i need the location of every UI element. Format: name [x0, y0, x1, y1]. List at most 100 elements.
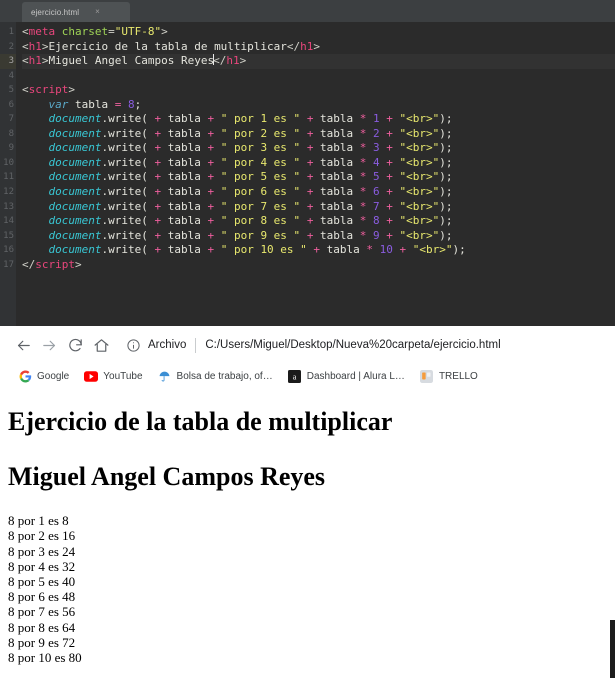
reload-button[interactable]: [62, 332, 88, 358]
bookmark-item[interactable]: YouTube: [78, 366, 148, 386]
code-line[interactable]: document.write( + tabla + " por 1 es " +…: [22, 112, 615, 127]
code-token: "<br>": [399, 199, 440, 213]
code-line[interactable]: <h1>Miguel Angel Campos Reyes</h1>: [22, 54, 615, 69]
code-token: );: [439, 228, 453, 242]
code-line[interactable]: document.write( + tabla + " por 5 es " +…: [22, 170, 615, 185]
code-line[interactable]: [22, 69, 615, 84]
omnibox-divider: [195, 337, 197, 353]
bookmark-item[interactable]: Google: [12, 366, 75, 386]
home-button[interactable]: [88, 332, 114, 358]
google-icon: [18, 369, 32, 383]
code-token: " por 5 es ": [220, 170, 301, 184]
code-area[interactable]: 1 2 3 4 5 6 7 8 9 10 11 12 13 14 15 16 17 <meta charset=…: [0, 22, 615, 326]
line-number: 12: [3, 187, 14, 198]
line-number: 3: [0, 54, 16, 69]
code-token: "<br>": [399, 155, 440, 169]
code-token: "UTF-8": [114, 25, 162, 38]
code-line[interactable]: document.write( + tabla + " por 6 es " +…: [22, 185, 615, 200]
code-token: .write(: [101, 228, 155, 242]
editor-tab-ejercicio-html[interactable]: ejercicio.html ×: [22, 2, 130, 22]
code-line[interactable]: document.write( + tabla + " por 10 es " …: [22, 243, 615, 258]
code-line[interactable]: document.write( + tabla + " por 9 es " +…: [22, 229, 615, 244]
code-token: <: [22, 54, 29, 68]
code-token: >: [41, 39, 49, 53]
code-token: tabla: [313, 141, 360, 155]
code-token: "<br>": [399, 170, 440, 184]
table-line: 8 por 1 es 8: [8, 513, 69, 529]
code-token: " por 1 es ": [220, 112, 301, 126]
code-token: <: [22, 25, 29, 38]
code-token: "<br>": [399, 112, 440, 126]
code-token: +: [386, 155, 393, 169]
bookmark-item[interactable]: TRELLO: [414, 366, 484, 386]
code-token: h1: [28, 39, 42, 53]
back-button[interactable]: [10, 332, 36, 358]
code-token: );: [452, 243, 466, 257]
code-token: document: [48, 185, 102, 199]
line-number: 1: [8, 27, 14, 37]
address-bar[interactable]: Archivo C:/Users/Miguel/Desktop/Nueva%20…: [120, 332, 615, 358]
code-token: tabla: [161, 243, 208, 257]
code-token: 5: [373, 170, 380, 184]
code-line[interactable]: </script>: [22, 258, 615, 273]
code-line[interactable]: document.write( + tabla + " por 7 es " +…: [22, 200, 615, 215]
bookmark-item[interactable]: a Dashboard | Alura L…: [282, 366, 411, 386]
bookmark-item[interactable]: Bolsa de trabajo, of…: [152, 366, 279, 386]
umbrella-icon: [158, 369, 172, 383]
code-line[interactable]: var tabla = 8;: [22, 98, 615, 113]
code-token: tabla: [161, 155, 208, 169]
page-info-icon[interactable]: [126, 338, 141, 353]
code-token: );: [439, 126, 453, 140]
code-line[interactable]: document.write( + tabla + " por 2 es " +…: [22, 127, 615, 142]
code-token: tabla: [161, 126, 208, 140]
code-line[interactable]: document.write( + tabla + " por 4 es " +…: [22, 156, 615, 171]
code-token: );: [439, 199, 453, 213]
close-icon[interactable]: ×: [95, 8, 100, 16]
code-line[interactable]: document.write( + tabla + " por 3 es " +…: [22, 141, 615, 156]
table-line: 8 por 10 es 80: [8, 650, 82, 666]
code-line[interactable]: <script>: [22, 83, 615, 98]
screenshot-root: ejercicio.html × 1 2 3 4 5 6 7 8 9 10 11 12 13 14 15 16…: [0, 0, 615, 678]
page-heading-1: Ejercicio de la tabla de multiplicar: [8, 407, 393, 436]
code-token: script: [28, 83, 69, 97]
code-token: tabla: [313, 126, 360, 140]
code-line[interactable]: <meta charset="UTF-8">: [22, 25, 615, 40]
right-edge-scrollbar[interactable]: [610, 620, 615, 678]
bookmark-label: Google: [37, 370, 70, 382]
code-line[interactable]: document.write( + tabla + " por 8 es " +…: [22, 214, 615, 229]
code-token: tabla: [320, 243, 367, 257]
code-token: h1: [28, 54, 42, 68]
code-token: +: [386, 228, 393, 242]
code-token: "<br>": [399, 214, 440, 228]
code-token: <: [22, 39, 29, 53]
code-token: .write(: [101, 199, 155, 213]
code-token: .write(: [101, 243, 155, 257]
forward-button[interactable]: [36, 332, 62, 358]
code-line[interactable]: <h1>Ejercicio de la tabla de multiplicar…: [22, 40, 615, 55]
code-token: .write(: [101, 170, 155, 184]
code-content[interactable]: <meta charset="UTF-8"> <h1>Ejercicio de l…: [16, 22, 615, 326]
code-token: tabla: [68, 97, 115, 111]
code-token: document: [48, 243, 102, 257]
line-number: 4: [8, 70, 14, 81]
page-heading-2: Miguel Angel Campos Reyes: [8, 461, 326, 491]
code-token: document: [48, 199, 102, 213]
code-token: </: [286, 39, 301, 53]
code-token: 9: [373, 228, 380, 242]
code-token: 7: [373, 199, 380, 213]
